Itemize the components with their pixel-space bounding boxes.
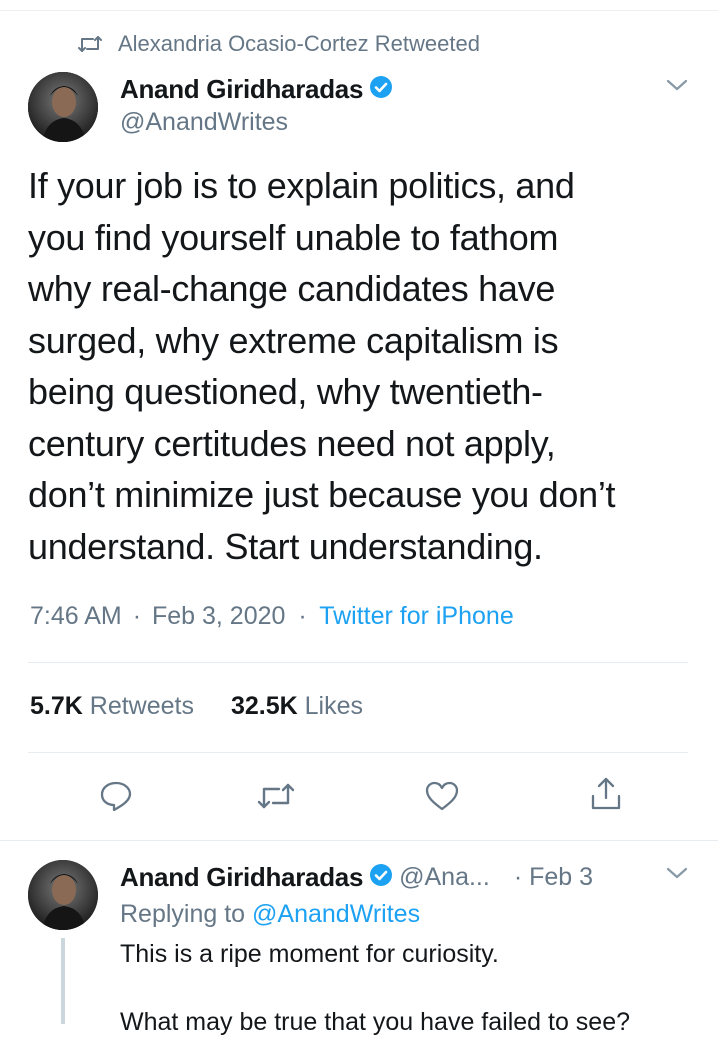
author-name-row[interactable]: Anand Giridharadas xyxy=(120,72,393,106)
likes-count: 32.5K xyxy=(230,692,298,720)
replying-to-prefix: Replying to xyxy=(120,900,246,928)
tweet-line: surged, why extreme capitalism is xyxy=(28,319,559,361)
divider xyxy=(28,662,688,663)
retweeted-by-text: Alexandria Ocasio-Cortez Retweeted xyxy=(118,31,480,56)
reply-button[interactable] xyxy=(94,776,138,820)
tweet-meta: 7:46 AM · Feb 3, 2020 · Twitter for iPho… xyxy=(30,602,514,631)
verified-badge-icon xyxy=(369,863,393,892)
share-button[interactable] xyxy=(584,774,628,818)
reply-text-line: What may be true that you have failed to… xyxy=(120,1008,631,1036)
tweet-counts: 5.7K Retweets 32.5K Likes xyxy=(30,692,363,721)
tweet-line: being questioned, why twentieth- xyxy=(28,371,543,412)
likes-label: Likes xyxy=(304,692,363,720)
tweet-line: don’t minimize just because you don’t xyxy=(28,474,616,515)
tweet-time[interactable]: 7:46 AM xyxy=(30,602,122,630)
author-handle[interactable]: @AnandWrites xyxy=(120,108,288,137)
retweet-icon xyxy=(257,781,295,816)
retweet-button[interactable] xyxy=(254,776,298,820)
tweet-line: understand. Start understanding. xyxy=(28,525,543,567)
reply-date: · Feb 3 xyxy=(513,862,594,891)
author-avatar[interactable] xyxy=(28,72,98,142)
reply-author-avatar[interactable] xyxy=(28,860,98,930)
likes-count-link[interactable]: 32.5K Likes xyxy=(231,692,363,720)
retweets-label: Retweets xyxy=(89,692,194,720)
like-button[interactable] xyxy=(420,776,464,820)
share-icon xyxy=(589,776,623,817)
thread-line xyxy=(61,938,65,1024)
tweet-line: century certitudes need not apply, xyxy=(28,422,556,464)
author-name: Anand Giridharadas xyxy=(120,73,364,104)
reply-text-line: This is a ripe moment for curiosity. xyxy=(120,940,499,968)
meta-separator: · xyxy=(132,602,142,630)
divider xyxy=(0,840,718,841)
chevron-down-icon[interactable] xyxy=(664,864,690,882)
chevron-down-icon[interactable] xyxy=(664,76,690,94)
reply-header[interactable]: Anand Giridharadas @Ana... · Feb 3 xyxy=(120,860,593,894)
tweet-line: If your job is to explain politics, and xyxy=(28,165,575,206)
tweet-line: why real-change candidates have xyxy=(28,268,556,309)
tweet-date[interactable]: Feb 3, 2020 xyxy=(152,602,285,630)
reply-icon xyxy=(99,779,133,818)
retweet-icon xyxy=(78,34,102,54)
retweet-context[interactable]: Alexandria Ocasio-Cortez Retweeted xyxy=(78,30,480,58)
top-divider xyxy=(0,10,718,11)
replying-to-handle-link[interactable]: @AnandWrites xyxy=(252,900,420,928)
replying-to: Replying to @AnandWrites xyxy=(120,900,420,929)
divider xyxy=(28,752,688,753)
meta-separator: · xyxy=(298,602,307,630)
reply-author-name: Anand Giridharadas xyxy=(120,861,364,892)
retweets-count-link[interactable]: 5.7K Retweets xyxy=(30,692,201,720)
verified-badge-icon xyxy=(369,75,393,104)
retweets-count: 5.7K xyxy=(30,692,83,720)
tweet-text: If your job is to explain politics, and … xyxy=(28,160,708,572)
like-icon xyxy=(424,780,460,817)
tweet-source-link[interactable]: Twitter for iPhone xyxy=(319,602,514,630)
tweet-line: you find yourself unable to fathom xyxy=(28,216,559,258)
reply-author-handle: @Ana... xyxy=(399,862,490,891)
